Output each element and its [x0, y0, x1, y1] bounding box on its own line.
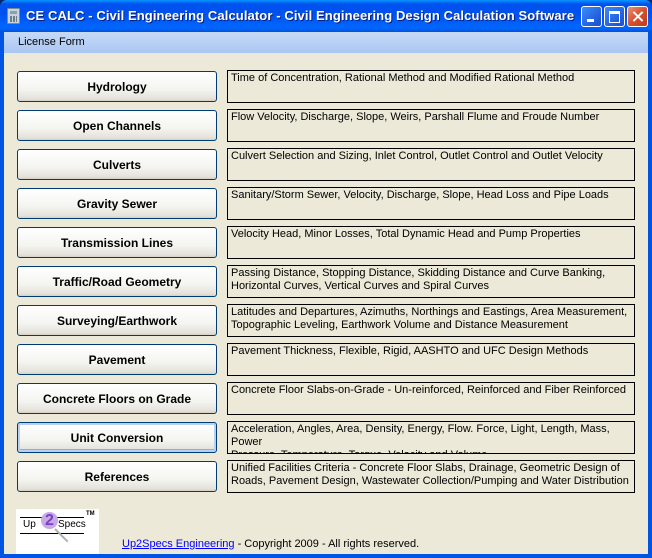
transmission-lines-description: Velocity Head, Minor Losses, Total Dynam… — [227, 226, 635, 259]
surveying-earthwork-button[interactable]: Surveying/Earthwork — [17, 305, 217, 336]
footer: Up2Specs Engineering - Copyright 2009 - … — [122, 538, 419, 550]
concrete-floors-on-grade-description: Concrete Floor Slabs-on-Grade - Un-reinf… — [227, 382, 635, 415]
open-channels-button[interactable]: Open Channels — [17, 110, 217, 141]
traffic-road-geometry-description: Passing Distance, Stopping Distance, Ski… — [227, 265, 635, 298]
window-title: CE CALC - Civil Engineering Calculator -… — [26, 8, 575, 23]
menu-bar: License Form — [4, 32, 648, 53]
culverts-button[interactable]: Culverts — [17, 149, 217, 180]
menu-license-form[interactable]: License Form — [18, 36, 85, 48]
transmission-lines-button[interactable]: Transmission Lines — [17, 227, 217, 258]
title-bar[interactable]: CE CALC - Civil Engineering Calculator -… — [0, 0, 652, 32]
pavement-description: Pavement Thickness, Flexible, Rigid, AAS… — [227, 343, 635, 376]
hydrology-button[interactable]: Hydrology — [17, 71, 217, 102]
culverts-description: Culvert Selection and Sizing, Inlet Cont… — [227, 148, 635, 181]
unit-conversion-button[interactable]: Unit Conversion — [17, 422, 217, 453]
client-area: License Form Hydrology Time of Concentrat… — [4, 32, 648, 554]
trademark: TM — [86, 511, 95, 517]
logo-magnifier-icon: 2 — [41, 512, 58, 529]
logo-text-up: Up — [23, 519, 36, 530]
app-window: CE CALC - Civil Engineering Calculator -… — [0, 0, 652, 558]
minimize-button[interactable] — [581, 6, 602, 27]
copyright-text: - Copyright 2009 - All rights reserved. — [234, 538, 420, 550]
gravity-sewer-description: Sanitary/Storm Sewer, Velocity, Discharg… — [227, 187, 635, 220]
calculator-icon — [7, 8, 20, 24]
references-description: Unified Facilities Criteria - Concrete F… — [227, 460, 635, 493]
hydrology-description: Time of Concentration, Rational Method a… — [227, 70, 635, 103]
surveying-earthwork-description: Latitudes and Departures, Azimuths, Nort… — [227, 304, 635, 337]
open-channels-description: Flow Velocity, Discharge, Slope, Weirs, … — [227, 109, 635, 142]
pavement-button[interactable]: Pavement — [17, 344, 217, 375]
unit-conversion-description: Acceleration, Angles, Area, Density, Ene… — [227, 421, 635, 454]
traffic-road-geometry-button[interactable]: Traffic/Road Geometry — [17, 266, 217, 297]
references-button[interactable]: References — [17, 461, 217, 492]
gravity-sewer-button[interactable]: Gravity Sewer — [17, 188, 217, 219]
logo-line-bottom — [20, 533, 84, 534]
up2specs-logo: Up 2 Specs TM — [16, 509, 99, 554]
concrete-floors-on-grade-button[interactable]: Concrete Floors on Grade — [17, 383, 217, 414]
maximize-button[interactable] — [604, 6, 625, 27]
close-button[interactable] — [627, 6, 648, 27]
magnifier-handle — [54, 528, 69, 543]
logo-text-specs: Specs — [58, 519, 86, 530]
up2specs-link[interactable]: Up2Specs Engineering — [122, 538, 235, 550]
